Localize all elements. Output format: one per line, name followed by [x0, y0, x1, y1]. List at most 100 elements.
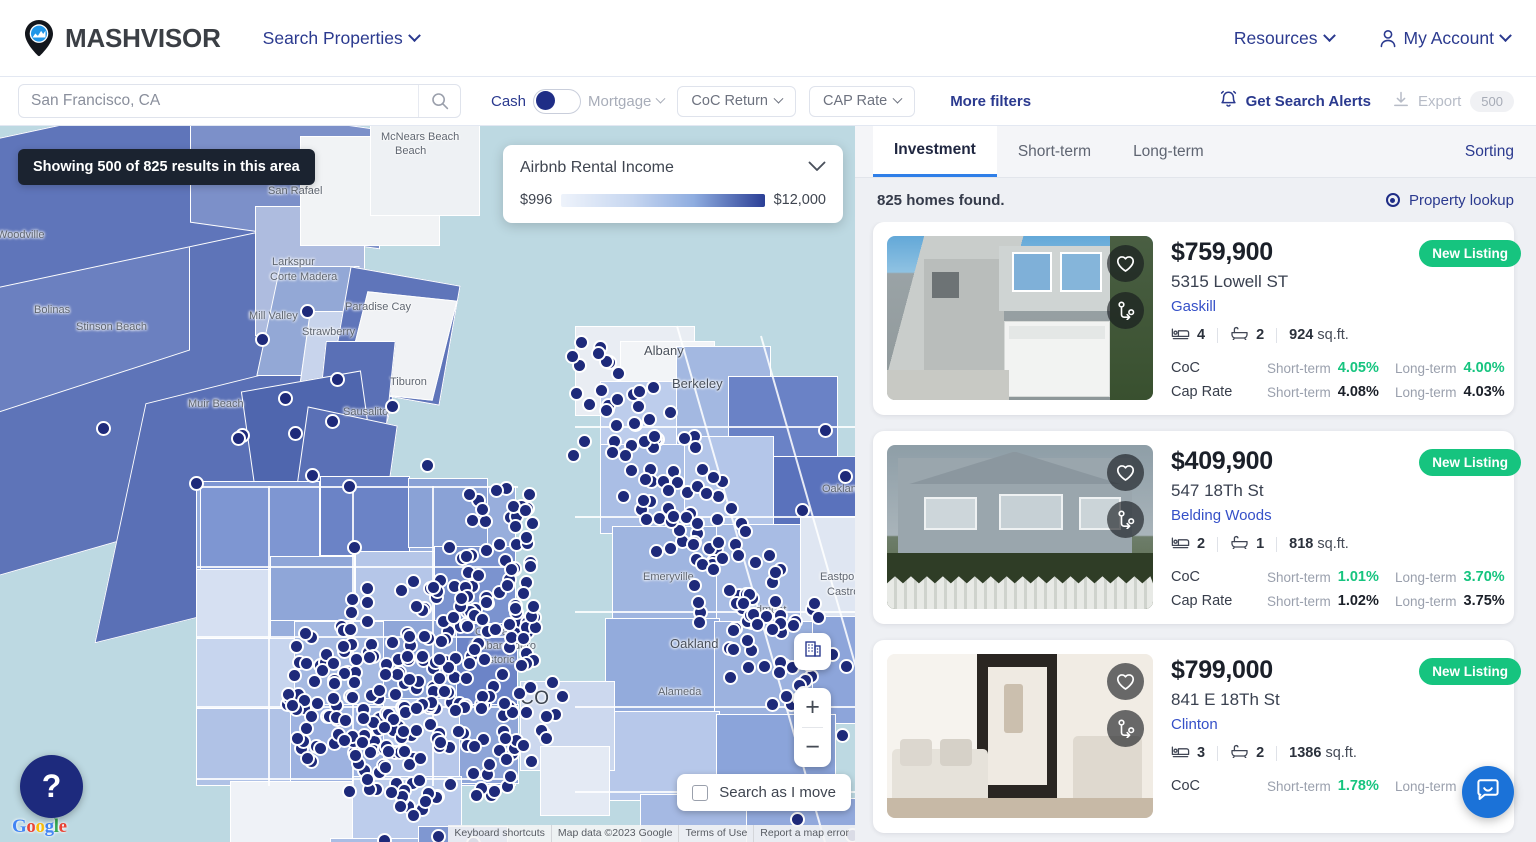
cash-mortgage-switch[interactable] [533, 89, 581, 114]
map-property-marker[interactable] [288, 426, 303, 441]
map-property-marker[interactable] [818, 423, 833, 438]
map-property-marker[interactable] [471, 568, 486, 583]
map-property-marker[interactable] [385, 399, 400, 414]
map-property-marker[interactable] [442, 540, 457, 555]
map-property-marker[interactable] [342, 784, 357, 799]
map-property-marker[interactable] [594, 383, 609, 398]
listing-photo[interactable] [887, 236, 1153, 400]
listing-photo[interactable] [887, 445, 1153, 609]
map-property-marker[interactable] [289, 639, 304, 654]
favorite-button[interactable] [1107, 663, 1144, 700]
compare-button[interactable] [1107, 501, 1144, 538]
map-property-marker[interactable] [627, 416, 642, 431]
map-property-marker[interactable] [724, 501, 739, 516]
map-property-marker[interactable] [378, 760, 393, 775]
map-property-marker[interactable] [469, 788, 484, 803]
map-property-marker[interactable] [726, 623, 741, 638]
map-property-marker[interactable] [347, 540, 362, 555]
compare-button[interactable] [1107, 710, 1144, 747]
map-property-marker[interactable] [762, 548, 777, 563]
map-property-marker[interactable] [448, 703, 463, 718]
map-property-marker[interactable] [498, 731, 513, 746]
filter-cap-rate[interactable]: CAP Rate [809, 86, 915, 117]
map-property-marker[interactable] [500, 578, 515, 593]
terms-of-use-link[interactable]: Terms of Use [678, 825, 753, 842]
map-canvas[interactable]: McNears BeachBeachSan RafaelWoodvilleLar… [0, 126, 855, 842]
map-property-marker[interactable] [356, 711, 371, 726]
map-property-marker[interactable] [345, 690, 360, 705]
map-property-marker[interactable] [372, 683, 387, 698]
get-search-alerts-button[interactable]: Get Search Alerts [1220, 90, 1371, 112]
map-property-marker[interactable] [348, 748, 363, 763]
map-property-marker[interactable] [518, 503, 533, 518]
map-building-layer-button[interactable] [794, 633, 831, 670]
search-input[interactable] [19, 85, 418, 117]
map-property-marker[interactable] [765, 697, 780, 712]
map-property-marker[interactable] [508, 601, 523, 616]
map-property-marker[interactable] [772, 665, 787, 680]
map-property-marker[interactable] [524, 754, 539, 769]
map-property-marker[interactable] [307, 674, 322, 689]
map-property-marker[interactable] [711, 535, 726, 550]
map-property-marker[interactable] [508, 519, 523, 534]
sorting-button[interactable]: Sorting [1465, 126, 1536, 177]
map-property-marker[interactable] [519, 705, 534, 720]
map-property-marker[interactable] [726, 642, 741, 657]
map-property-marker[interactable] [349, 652, 364, 667]
map-property-marker[interactable] [757, 659, 772, 674]
map-property-marker[interactable] [786, 618, 801, 633]
map-zoom-control[interactable]: + − [794, 688, 831, 767]
map-property-marker[interactable] [687, 578, 702, 593]
map-property-marker[interactable] [418, 794, 433, 809]
map-property-marker[interactable] [710, 512, 725, 527]
location-search-box[interactable] [18, 84, 461, 118]
export-button[interactable]: Export 500 [1393, 91, 1514, 112]
map-property-marker[interactable] [396, 724, 411, 739]
map-property-marker[interactable] [298, 626, 313, 641]
listing-card[interactable]: New Listing $799,000 841 E 18Th St Clint… [873, 640, 1514, 833]
more-filters-button[interactable]: More filters [950, 93, 1031, 110]
map-property-marker[interactable] [661, 483, 676, 498]
listing-neighborhood[interactable]: Clinton [1171, 716, 1523, 733]
map-property-marker[interactable] [738, 524, 753, 539]
map-property-marker[interactable] [336, 639, 351, 654]
compare-button[interactable] [1107, 292, 1144, 329]
map-property-marker[interactable] [446, 610, 461, 625]
map-property-marker[interactable] [691, 595, 706, 610]
chat-widget-button[interactable] [1462, 766, 1514, 818]
listing-card[interactable]: New Listing $759,900 5315 Lowell ST Gask… [873, 222, 1514, 415]
listing-card[interactable]: New Listing $409,900 547 18Th St Belding… [873, 431, 1514, 624]
map-property-marker[interactable] [795, 503, 810, 518]
map-property-marker[interactable] [699, 486, 714, 501]
listing-neighborhood[interactable]: Belding Woods [1171, 507, 1523, 524]
map-property-marker[interactable] [342, 479, 357, 494]
map-property-marker[interactable] [663, 405, 678, 420]
map-property-marker[interactable] [610, 392, 625, 407]
map-property-marker[interactable] [618, 448, 633, 463]
map-property-marker[interactable] [431, 829, 446, 842]
favorite-button[interactable] [1107, 245, 1144, 282]
map-property-marker[interactable] [381, 744, 396, 759]
keyboard-shortcuts-link[interactable]: Keyboard shortcuts [448, 825, 550, 842]
checkbox-icon[interactable] [692, 785, 708, 801]
map-property-marker[interactable] [360, 614, 375, 629]
map-property-marker[interactable] [555, 689, 570, 704]
listing-photo[interactable] [887, 654, 1153, 818]
map-property-marker[interactable] [539, 709, 554, 724]
map-property-marker[interactable] [835, 728, 850, 743]
map-property-marker[interactable] [360, 772, 375, 787]
map-property-marker[interactable] [406, 808, 421, 823]
map-property-marker[interactable] [582, 397, 597, 412]
mortgage-toggle[interactable]: Mortgage [588, 93, 664, 110]
map-property-marker[interactable] [462, 487, 477, 502]
map-property-marker[interactable] [525, 516, 540, 531]
map-property-marker[interactable] [677, 431, 692, 446]
chevron-down-icon[interactable] [808, 159, 826, 177]
map-property-marker[interactable] [519, 530, 534, 545]
search-button[interactable] [418, 85, 460, 117]
map-property-marker[interactable] [326, 656, 341, 671]
map-property-marker[interactable] [384, 785, 399, 800]
map-property-marker[interactable] [327, 676, 342, 691]
map-property-marker[interactable] [487, 784, 502, 799]
map-property-marker[interactable] [313, 741, 328, 756]
